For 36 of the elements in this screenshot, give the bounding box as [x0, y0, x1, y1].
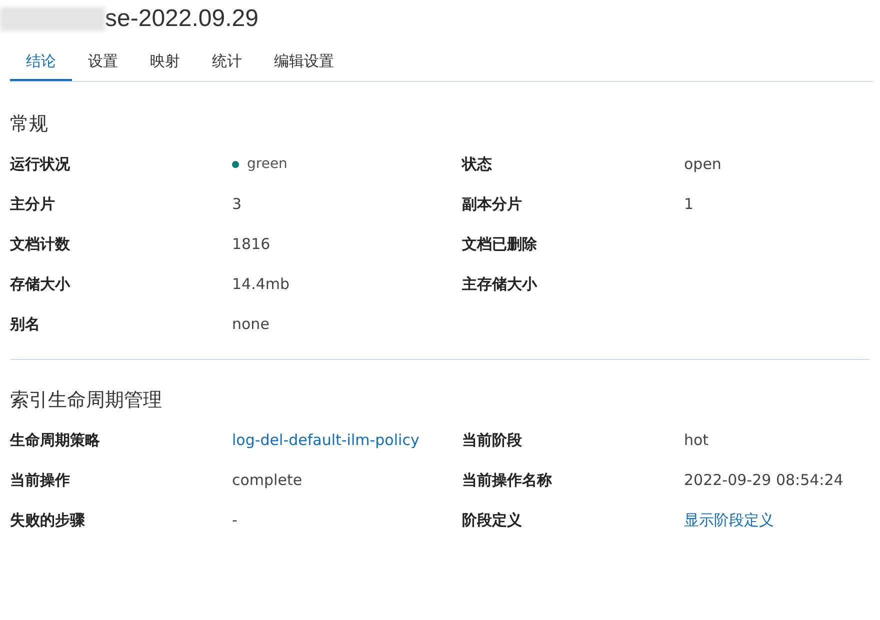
field-label: 别名: [10, 314, 40, 336]
page-title: se-2022.09.29: [105, 4, 258, 34]
tab[interactable]: 编辑设置: [258, 43, 350, 81]
field-label: 主分片: [10, 194, 55, 216]
field-label: 失败的步骤: [10, 510, 85, 531]
field-label: 副本分片: [462, 194, 522, 216]
field-value: 3: [232, 194, 242, 216]
field-label: 当前操作名称: [462, 470, 552, 491]
field-link[interactable]: 显示阶段定义: [684, 508, 774, 532]
field-value: 14.4mb: [232, 274, 290, 296]
field-value: none: [232, 314, 270, 336]
field-value: 2022-09-29 08:54:24: [684, 470, 844, 491]
section-heading: 索引生命周期管理: [10, 388, 163, 412]
field-value: -: [232, 510, 238, 531]
field-label: 当前阶段: [462, 430, 522, 451]
field-value: green: [247, 155, 288, 174]
tab[interactable]: 结论: [10, 43, 72, 81]
field-label: 状态: [462, 154, 492, 176]
field-label: 当前操作: [10, 470, 70, 491]
section-heading: 常规: [10, 112, 49, 137]
field-label: 主存储大小: [462, 274, 537, 296]
tab[interactable]: 映射: [134, 43, 196, 81]
field-label: 运行状况: [10, 154, 70, 176]
field-label: 生命周期策略: [10, 430, 100, 451]
field-value: complete: [232, 470, 302, 491]
field-value: hot: [684, 430, 709, 451]
field-value: 1: [684, 194, 694, 216]
field-value: open: [684, 154, 722, 176]
field-label: 文档计数: [10, 234, 70, 256]
tab[interactable]: 设置: [72, 43, 134, 81]
field-link[interactable]: log-del-default-ilm-policy: [232, 428, 420, 452]
field-value: 1816: [232, 234, 270, 256]
tab[interactable]: 统计: [196, 43, 258, 81]
field-label: 阶段定义: [462, 510, 522, 531]
field-label: 文档已删除: [462, 234, 537, 256]
field-label: 存储大小: [10, 274, 70, 296]
